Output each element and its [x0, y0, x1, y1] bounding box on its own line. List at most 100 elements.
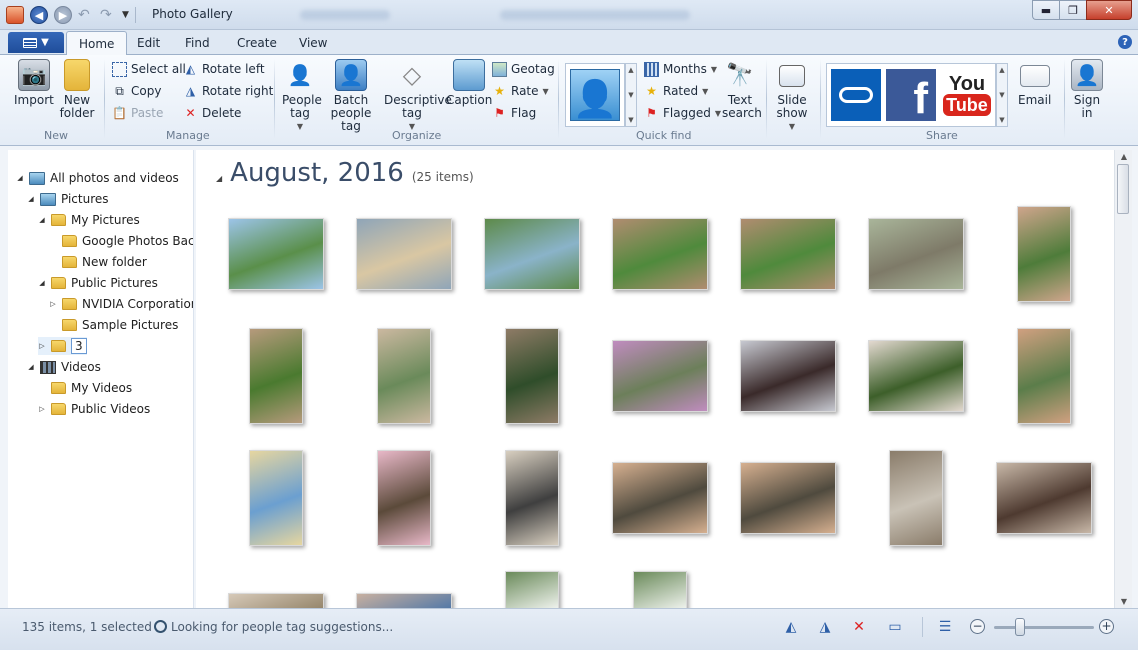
help-icon[interactable]: ? — [1118, 35, 1132, 49]
photo-thumbnail[interactable] — [889, 450, 943, 546]
zoom-out-button[interactable]: − — [970, 619, 985, 634]
rotate-left-icon[interactable]: ◭ — [782, 619, 800, 635]
nav-item[interactable]: ▷ Public Videos — [38, 400, 150, 418]
expand-triangle-icon[interactable]: ◢ — [38, 279, 46, 287]
gallery-scroll[interactable]: ▲ ▼ ▼ — [625, 63, 637, 127]
photo-thumbnail[interactable] — [505, 571, 559, 608]
photo-thumbnail[interactable] — [612, 218, 708, 290]
share-gallery-scroll[interactable]: ▲ ▼ ▼ — [996, 63, 1008, 127]
photo-thumbnail[interactable] — [612, 462, 708, 534]
slide-show-button[interactable]: Slide show ▼ — [774, 59, 810, 133]
flagged-filter-button[interactable]: ⚑ Flagged ▼ — [644, 104, 721, 122]
zoom-slider-thumb[interactable] — [1015, 618, 1025, 636]
file-menu-button[interactable]: ▼ — [8, 32, 64, 53]
scroll-thumb[interactable] — [1117, 164, 1129, 214]
photo-thumbnail[interactable] — [868, 218, 964, 290]
text-search-button[interactable]: 🔭 Text search — [722, 59, 762, 120]
descriptive-tag-button[interactable]: ◇ Descriptive tag ▼ — [384, 59, 452, 133]
vertical-scrollbar[interactable]: ▲ ▼ — [1114, 150, 1132, 608]
expand-triangle-icon[interactable]: ▷ — [49, 300, 57, 308]
forward-icon[interactable]: ▶ — [54, 6, 72, 24]
photo-thumbnail[interactable] — [740, 218, 836, 290]
tab-home[interactable]: Home — [66, 31, 128, 56]
nav-item[interactable]: ◢ Videos — [27, 358, 101, 376]
nav-item[interactable]: ▷ NVIDIA Corporation — [49, 295, 193, 313]
photo-thumbnail[interactable] — [228, 593, 324, 608]
new-folder-button[interactable]: New folder — [60, 59, 94, 120]
expand-triangle-icon[interactable]: ▷ — [38, 405, 46, 413]
tab-edit[interactable]: Edit — [137, 36, 160, 50]
rotate-left-button[interactable]: ◭ Rotate left — [183, 60, 265, 78]
batch-people-tag-button[interactable]: 👤 Batch people tag — [322, 59, 380, 133]
expand-triangle-icon[interactable]: ▷ — [38, 342, 46, 350]
expand-triangle-icon[interactable]: ◢ — [27, 363, 35, 371]
email-button[interactable]: Email — [1018, 59, 1051, 107]
nav-item[interactable]: ◢ My Pictures — [38, 211, 140, 229]
expand-triangle-icon[interactable]: ◢ — [16, 174, 24, 182]
photo-thumbnail[interactable] — [505, 450, 559, 546]
photo-thumbnail[interactable] — [484, 218, 580, 290]
details-view-icon[interactable]: ☰ — [936, 619, 954, 635]
photo-thumbnail[interactable] — [1017, 328, 1071, 424]
photo-thumbnail[interactable] — [356, 218, 452, 290]
rated-filter-button[interactable]: ★ Rated ▼ — [644, 82, 708, 100]
photo-thumbnail[interactable] — [356, 593, 452, 608]
zoom-slider-track[interactable] — [994, 626, 1094, 629]
rotate-right-icon[interactable]: ◮ — [816, 619, 834, 635]
photo-thumbnail[interactable] — [505, 328, 559, 424]
nav-item[interactable]: ◢ Public Pictures — [38, 274, 158, 292]
facebook-button[interactable]: f — [886, 69, 936, 121]
photo-thumbnail[interactable] — [377, 450, 431, 546]
nav-item[interactable]: Google Photos Backu — [49, 232, 193, 250]
rotate-right-button[interactable]: ◮ Rotate right — [183, 82, 273, 100]
expand-triangle-icon[interactable]: ◢ — [38, 216, 46, 224]
photo-thumbnail[interactable] — [249, 450, 303, 546]
select-all-button[interactable]: Select all — [112, 60, 186, 78]
rate-button[interactable]: ★ Rate ▼ — [492, 82, 549, 100]
customize-toolbar-dropdown[interactable]: ▼ — [122, 10, 129, 20]
youtube-button[interactable]: You Tube — [941, 69, 993, 121]
nav-item[interactable]: ◢ All photos and videos — [16, 169, 179, 187]
photo-thumbnail[interactable] — [228, 218, 324, 290]
flag-button[interactable]: ⚑ Flag — [492, 104, 536, 122]
expand-triangle-icon[interactable]: ◢ — [27, 195, 35, 203]
month-header[interactable]: ◢ August, 2016 (25 items) — [216, 158, 474, 188]
redo-icon[interactable]: ↷ — [100, 7, 116, 23]
tab-create[interactable]: Create — [237, 36, 277, 50]
paste-button[interactable]: 📋 Paste — [112, 104, 163, 122]
geotag-button[interactable]: Geotag — [492, 60, 555, 78]
import-button[interactable]: 📷 Import — [14, 59, 54, 107]
sign-in-button[interactable]: 👤 Sign in — [1071, 59, 1103, 120]
nav-item[interactable]: ▷ 3 — [38, 337, 87, 355]
copy-button[interactable]: ⧉ Copy — [112, 82, 161, 100]
slideshow-icon[interactable]: ▭ — [886, 619, 904, 635]
nav-item[interactable]: New folder — [49, 253, 147, 271]
delete-button[interactable]: ✕ Delete — [183, 104, 241, 122]
caption-button[interactable]: Caption — [446, 59, 492, 107]
scroll-down-icon[interactable]: ▼ — [1115, 597, 1133, 606]
collapse-triangle-icon[interactable]: ◢ — [216, 174, 222, 183]
photo-thumbnail[interactable] — [1017, 206, 1071, 302]
zoom-in-button[interactable]: + — [1099, 619, 1114, 634]
maximize-button[interactable]: ❐ — [1059, 0, 1086, 20]
people-tag-button[interactable]: 👤 People tag ▼ — [282, 59, 322, 133]
photo-gallery-app-icon[interactable] — [6, 6, 24, 24]
close-button[interactable]: ✕ — [1086, 0, 1132, 20]
minimize-button[interactable]: ▬ — [1032, 0, 1059, 20]
nav-item[interactable]: ◢ Pictures — [27, 190, 108, 208]
photo-thumbnail[interactable] — [612, 340, 708, 412]
photo-thumbnail[interactable] — [377, 328, 431, 424]
scroll-up-icon[interactable]: ▲ — [1115, 152, 1133, 161]
photo-thumbnail[interactable] — [868, 340, 964, 412]
photo-thumbnail[interactable] — [996, 462, 1092, 534]
tab-view[interactable]: View — [299, 36, 327, 50]
nav-item[interactable]: Sample Pictures — [49, 316, 178, 334]
nav-item[interactable]: My Videos — [38, 379, 132, 397]
photo-thumbnail[interactable] — [740, 462, 836, 534]
delete-icon[interactable]: ✕ — [850, 619, 868, 635]
months-filter-button[interactable]: Months ▼ — [644, 60, 717, 78]
undo-icon[interactable]: ↶ — [78, 7, 94, 23]
tab-find[interactable]: Find — [185, 36, 210, 50]
onedrive-button[interactable] — [831, 69, 881, 121]
photo-thumbnail[interactable] — [633, 571, 687, 608]
